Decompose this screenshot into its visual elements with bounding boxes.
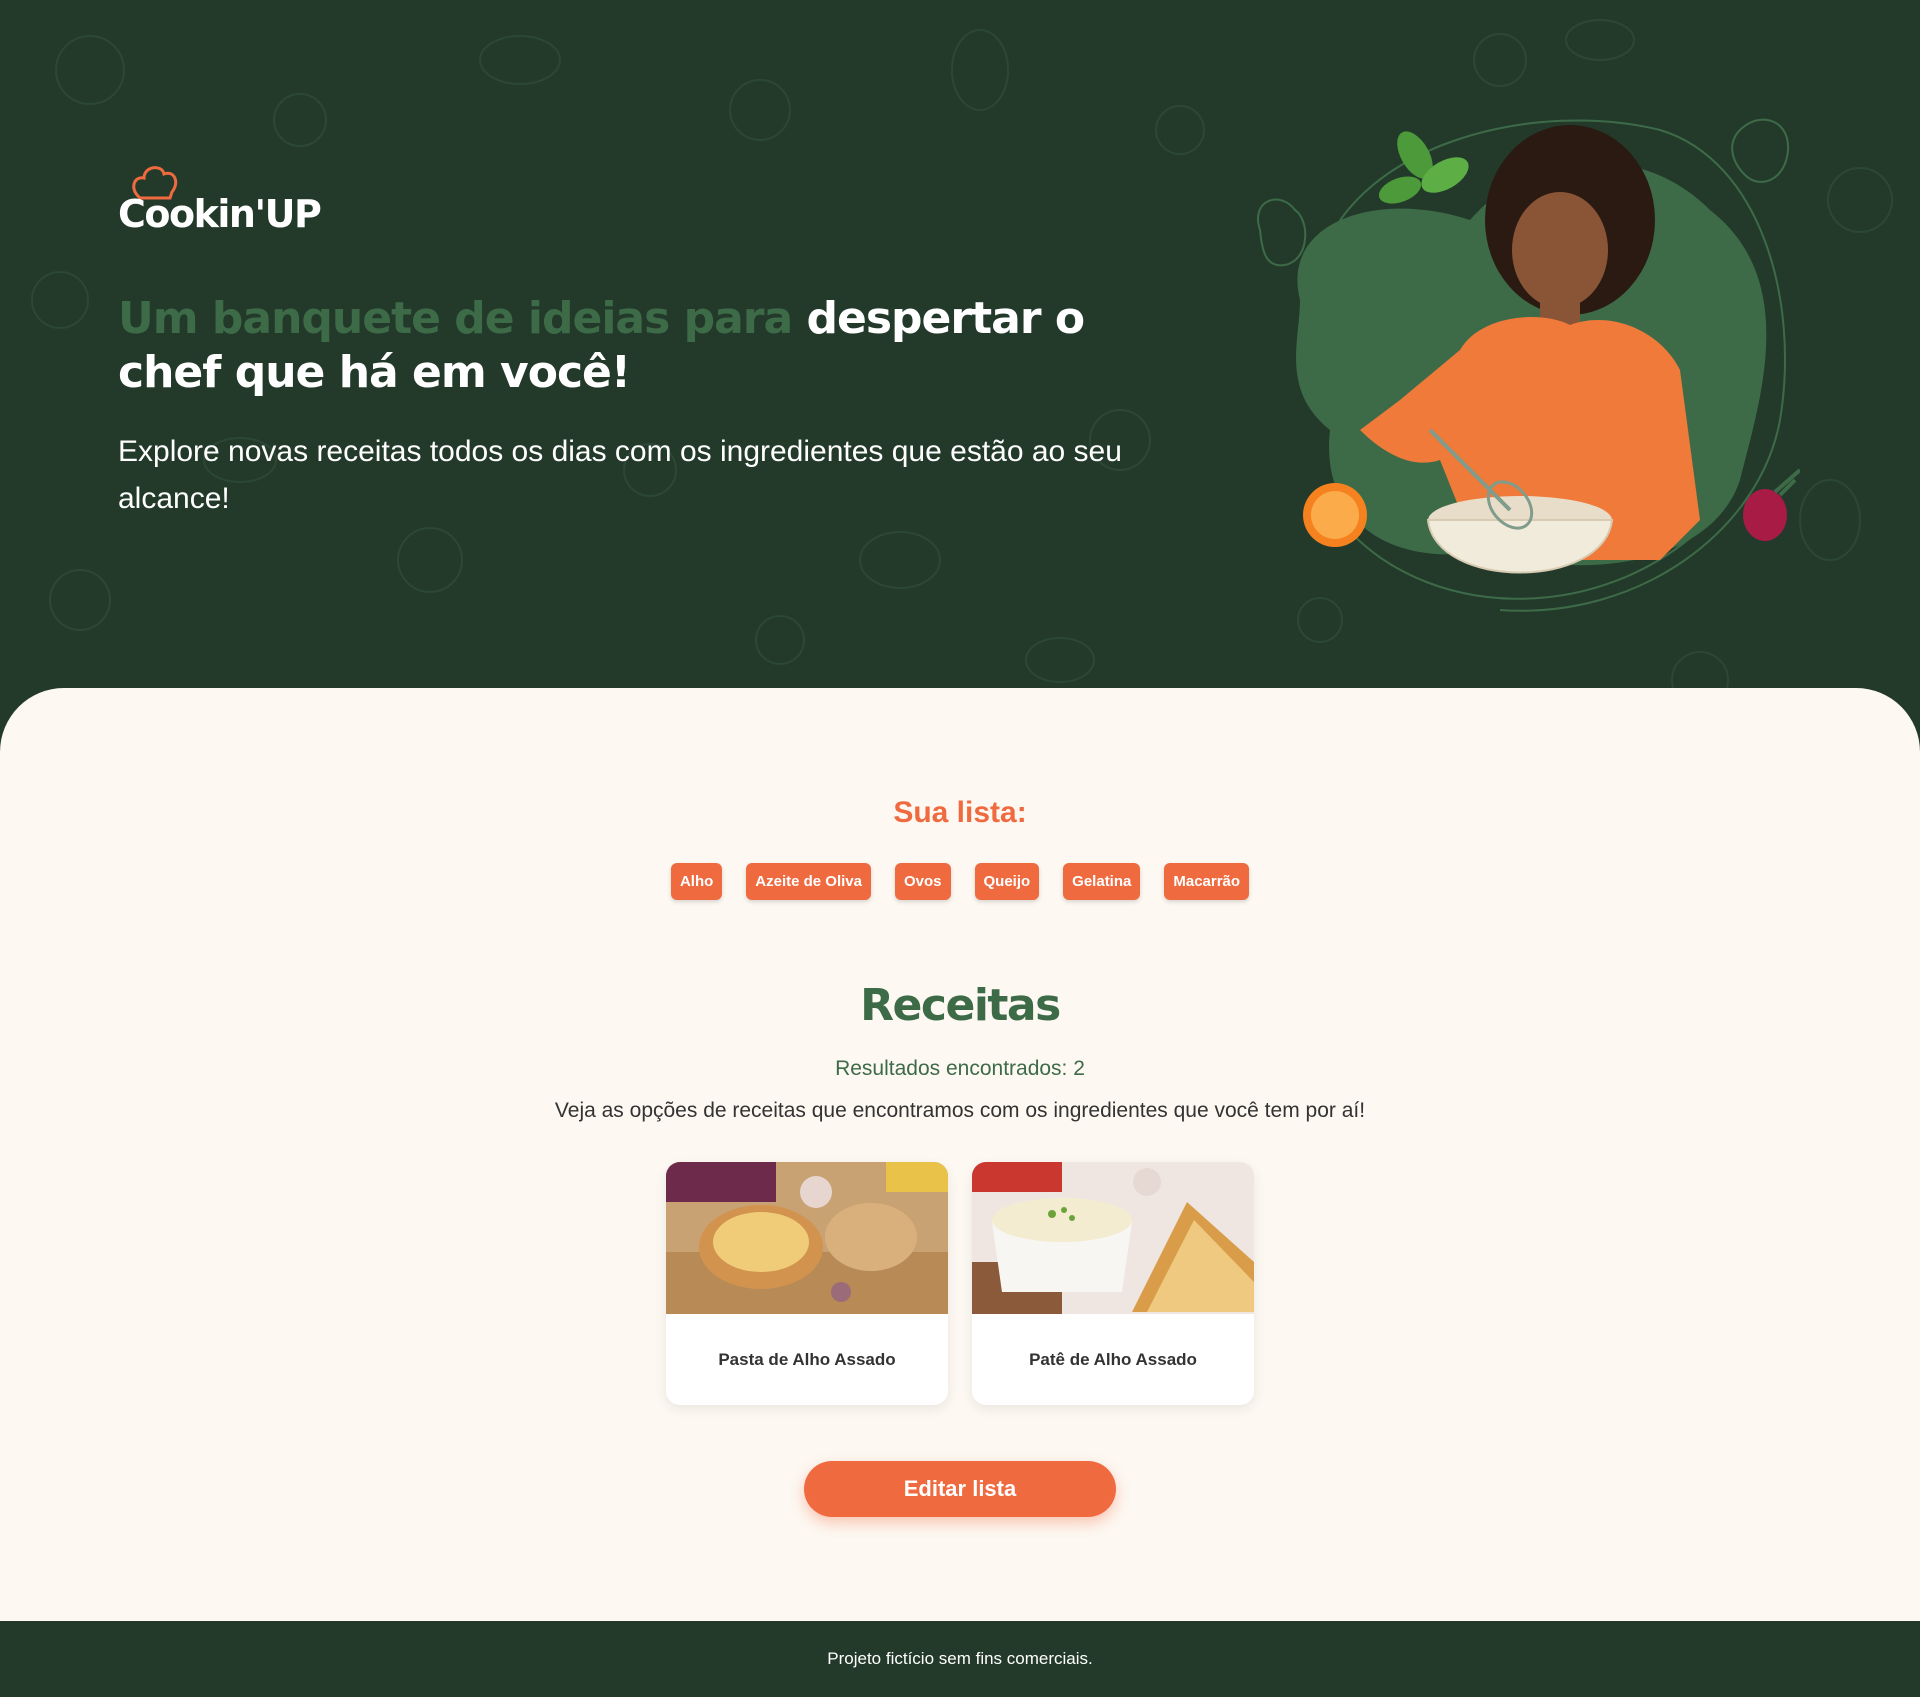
ingredient-chip[interactable]: Macarrão <box>1164 863 1250 900</box>
edit-list-button[interactable]: Editar lista <box>804 1461 1116 1517</box>
recipes-title: Receitas <box>860 980 1061 1031</box>
list-title: Sua lista: <box>893 796 1027 829</box>
recipe-card-title: Pasta de Alho Assado <box>718 1350 896 1369</box>
footer-text: Projeto fictício sem fins comerciais. <box>827 1649 1093 1668</box>
footer: Projeto fictício sem fins comerciais. <box>0 1621 1920 1697</box>
hero-subtitle: Explore novas receitas todos os dias com… <box>118 435 1122 515</box>
ingredient-chips: Alho Azeite de Oliva Ovos Queijo Gelatin… <box>0 863 1920 900</box>
hero-section: Cookin'UP Um banquete de ideias para des… <box>0 0 1920 760</box>
ingredient-chip[interactable]: Gelatina <box>1063 863 1141 900</box>
ingredient-chip[interactable]: Alho <box>670 863 723 900</box>
recipe-card[interactable]: Patê de Alho Assado <box>972 1162 1254 1405</box>
woman-cooking-illustration <box>1257 118 1800 612</box>
recipe-card-title: Patê de Alho Assado <box>1029 1350 1197 1369</box>
ingredient-chip[interactable]: Queijo <box>974 863 1040 900</box>
recipe-card[interactable]: Pasta de Alho Assado <box>666 1162 948 1405</box>
garlic-pate-photo <box>972 1162 1254 1314</box>
recipe-cards: Pasta de Alho Assado Patê de Alho Assado <box>666 1162 1254 1405</box>
results-count: Resultados encontrados: 2 <box>835 1057 1085 1080</box>
ingredient-chip[interactable]: Ovos <box>894 863 951 900</box>
ingredient-chip[interactable]: Azeite de Oliva <box>746 863 871 900</box>
headline-accent: Um banquete de ideias para <box>118 293 793 344</box>
hero-headline: Um banquete de ideias para despertar o c… <box>118 292 1148 400</box>
garlic-paste-photo <box>666 1162 948 1314</box>
cookinup-logo[interactable]: Cookin'UP <box>118 162 322 242</box>
logo-text: Cookin'UP <box>118 192 322 236</box>
recipes-description: Veja as opções de receitas que encontram… <box>554 1099 1366 1122</box>
